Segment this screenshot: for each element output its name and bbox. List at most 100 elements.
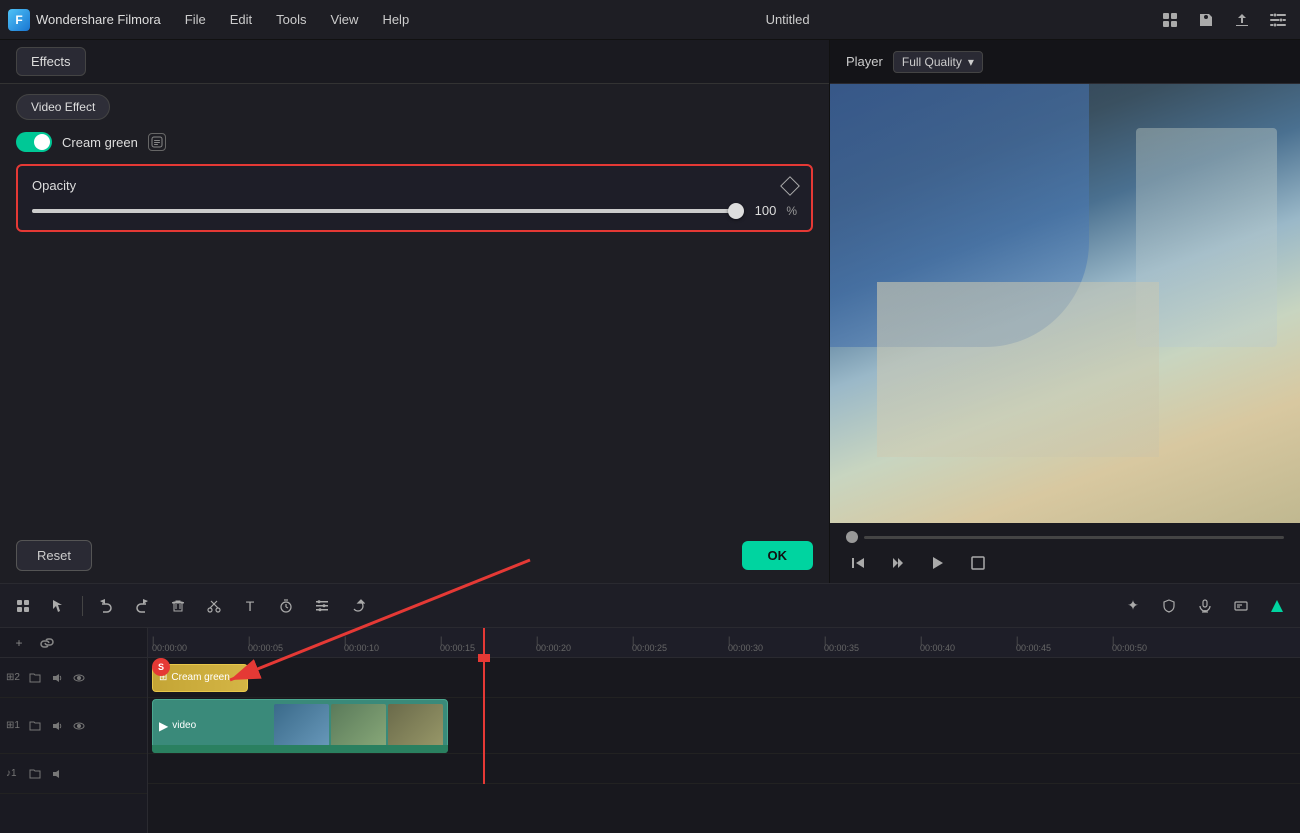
menu-bar: F Wondershare Filmora File Edit Tools Vi… xyxy=(0,0,1300,40)
track-row-2: ⊞2 xyxy=(0,658,147,698)
sparkle-tool[interactable]: ✦ xyxy=(1118,591,1148,621)
track-music-folder-icon[interactable] xyxy=(26,765,44,783)
player-quality-select[interactable]: Full Quality ▾ xyxy=(893,51,983,73)
color-grade-tool[interactable] xyxy=(1262,591,1292,621)
opacity-section: Opacity 100 % xyxy=(16,164,813,232)
menu-tools[interactable]: Tools xyxy=(266,8,316,31)
shield-tool[interactable] xyxy=(1154,591,1184,621)
fullscreen-button[interactable] xyxy=(966,551,990,575)
menu-view[interactable]: View xyxy=(320,8,368,31)
upload-icon[interactable] xyxy=(1228,6,1256,34)
delete-tool[interactable] xyxy=(163,591,193,621)
cut-tool[interactable] xyxy=(199,591,229,621)
effect-toggle-row: Cream green xyxy=(16,132,813,152)
track-row-1: ⊞1 xyxy=(0,698,147,754)
player-panel: Player Full Quality ▾ xyxy=(830,40,1300,583)
video-clip-icon: ▶ xyxy=(159,719,168,733)
keyframe-diamond[interactable] xyxy=(780,176,800,196)
quality-value: Full Quality xyxy=(902,55,962,69)
player-header: Player Full Quality ▾ xyxy=(830,40,1300,84)
menu-help[interactable]: Help xyxy=(372,8,419,31)
select-tool[interactable] xyxy=(8,591,38,621)
track-2-eye-icon[interactable] xyxy=(70,669,88,687)
play-slow-button[interactable] xyxy=(886,551,910,575)
ruler-mark-0: 00:00:00 xyxy=(152,643,248,653)
step-back-button[interactable] xyxy=(846,551,870,575)
progress-bar-container xyxy=(846,531,1284,543)
start-marker: S xyxy=(152,658,170,676)
opacity-slider-thumb[interactable] xyxy=(728,203,744,219)
layout-icon[interactable] xyxy=(1156,6,1184,34)
progress-track[interactable] xyxy=(864,536,1284,539)
settings-icon[interactable] xyxy=(1264,6,1292,34)
main-content: Effects Video Effect Cream green xyxy=(0,40,1300,583)
opacity-slider-track[interactable] xyxy=(32,209,736,213)
app-logo: F Wondershare Filmora xyxy=(8,9,161,31)
track-1-eye-icon[interactable] xyxy=(70,717,88,735)
ruler-mark-3: 00:00:15 xyxy=(440,643,536,653)
ruler-mark-7: 00:00:35 xyxy=(824,643,920,653)
ruler-playhead xyxy=(483,628,485,657)
app-logo-icon: F xyxy=(8,9,30,31)
toolbar-divider-1 xyxy=(82,596,83,616)
timeline-content: 00:00:00 00:00:05 00:00:10 00:00:15 00:0… xyxy=(148,628,1300,833)
opacity-value: 100 xyxy=(746,203,776,218)
caption-tool[interactable] xyxy=(1226,591,1256,621)
undo-tool[interactable] xyxy=(91,591,121,621)
track-1-folder-icon[interactable] xyxy=(26,717,44,735)
menu-icons xyxy=(1156,6,1292,34)
timeline-area: T ✦ xyxy=(0,583,1300,833)
ruler-mark-1: 00:00:05 xyxy=(248,643,344,653)
save-icon[interactable] xyxy=(1192,6,1220,34)
opacity-header: Opacity xyxy=(32,178,797,193)
ruler-mark-5: 00:00:25 xyxy=(632,643,728,653)
video-effect-button[interactable]: Video Effect xyxy=(16,94,110,120)
timer-tool[interactable] xyxy=(271,591,301,621)
link-button[interactable] xyxy=(36,632,58,654)
effects-tab[interactable]: Effects xyxy=(16,47,86,76)
track-music-volume-icon[interactable] xyxy=(48,765,66,783)
progress-dot[interactable] xyxy=(846,531,858,543)
track-2-content: ⊞ Cream green xyxy=(148,658,1300,698)
arrow-tool[interactable] xyxy=(44,591,74,621)
app-name: Wondershare Filmora xyxy=(36,12,161,27)
player-controls xyxy=(830,523,1300,583)
menu-edit[interactable]: Edit xyxy=(220,8,262,31)
text-tool[interactable]: T xyxy=(235,591,265,621)
mic-tool[interactable] xyxy=(1190,591,1220,621)
ok-button[interactable]: OK xyxy=(742,541,814,570)
track-num-2: ⊞2 xyxy=(6,672,22,683)
play-button[interactable] xyxy=(926,551,950,575)
adjust-tool[interactable] xyxy=(307,591,337,621)
ruler-mark-2: 00:00:10 xyxy=(344,643,440,653)
track-2-volume-icon[interactable] xyxy=(48,669,66,687)
effects-panel: Effects Video Effect Cream green xyxy=(0,40,830,583)
playback-controls xyxy=(846,551,1284,575)
track-num-music: ♪1 xyxy=(6,768,22,779)
timeline-tracks-wrapper: S ⊞ Cream green ▶ video xyxy=(148,658,1300,784)
ruler-mark-4: 00:00:20 xyxy=(536,643,632,653)
player-video-area xyxy=(830,84,1300,523)
add-track-button[interactable]: + xyxy=(8,632,30,654)
ruler-marks: 00:00:00 00:00:05 00:00:10 00:00:15 00:0… xyxy=(148,628,1300,657)
effect-toggle[interactable] xyxy=(16,132,52,152)
timeline-left: + ⊞2 xyxy=(0,628,148,833)
ruler-mark-10: 00:00:50 xyxy=(1112,643,1208,653)
track-1-content: ▶ video xyxy=(148,698,1300,754)
track-2-folder-icon[interactable] xyxy=(26,669,44,687)
timeline-right-tools: ✦ xyxy=(1118,591,1292,621)
timeline-left-header: + xyxy=(0,628,147,658)
effect-clip-label: Cream green xyxy=(171,672,229,683)
timeline-toolbar: T ✦ xyxy=(0,584,1300,628)
effect-info-icon[interactable] xyxy=(148,133,166,151)
effects-tab-bar: Effects xyxy=(0,40,829,84)
ruler-mark-6: 00:00:30 xyxy=(728,643,824,653)
track-1-volume-icon[interactable] xyxy=(48,717,66,735)
reset-button[interactable]: Reset xyxy=(16,540,92,571)
rotate-tool[interactable] xyxy=(343,591,373,621)
redo-tool[interactable] xyxy=(127,591,157,621)
menu-file[interactable]: File xyxy=(175,8,216,31)
window-title: Untitled xyxy=(766,12,810,27)
effects-footer: Reset OK xyxy=(0,528,829,583)
effects-body: Video Effect Cream green Opacity xyxy=(0,84,829,528)
